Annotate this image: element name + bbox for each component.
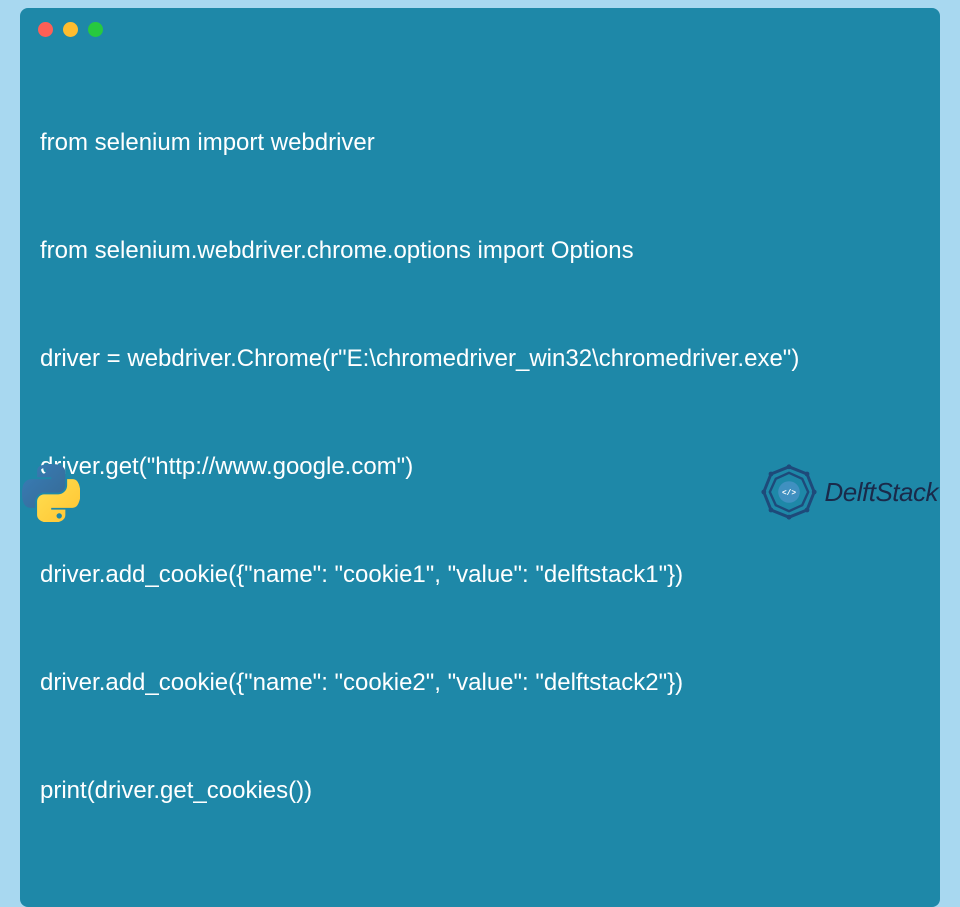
minimize-icon	[63, 22, 78, 37]
code-window: from selenium import webdriver from sele…	[20, 8, 940, 907]
delftstack-logo: </> DelftStack	[759, 462, 939, 522]
python-logo-icon	[22, 464, 80, 522]
code-line: driver = webdriver.Chrome(r"E:\chromedri…	[40, 341, 920, 377]
code-line: from selenium import webdriver	[40, 125, 920, 161]
code-line: driver.add_cookie({"name": "cookie1", "v…	[40, 557, 920, 593]
window-titlebar	[20, 8, 940, 47]
brand-name: DelftStack	[825, 477, 939, 508]
close-icon	[38, 22, 53, 37]
maximize-icon	[88, 22, 103, 37]
delftstack-icon: </>	[759, 462, 819, 522]
code-line: print(driver.get_cookies())	[40, 773, 920, 809]
svg-text:</>: </>	[781, 490, 795, 498]
code-line: from selenium.webdriver.chrome.options i…	[40, 233, 920, 269]
code-line: driver.add_cookie({"name": "cookie2", "v…	[40, 665, 920, 701]
